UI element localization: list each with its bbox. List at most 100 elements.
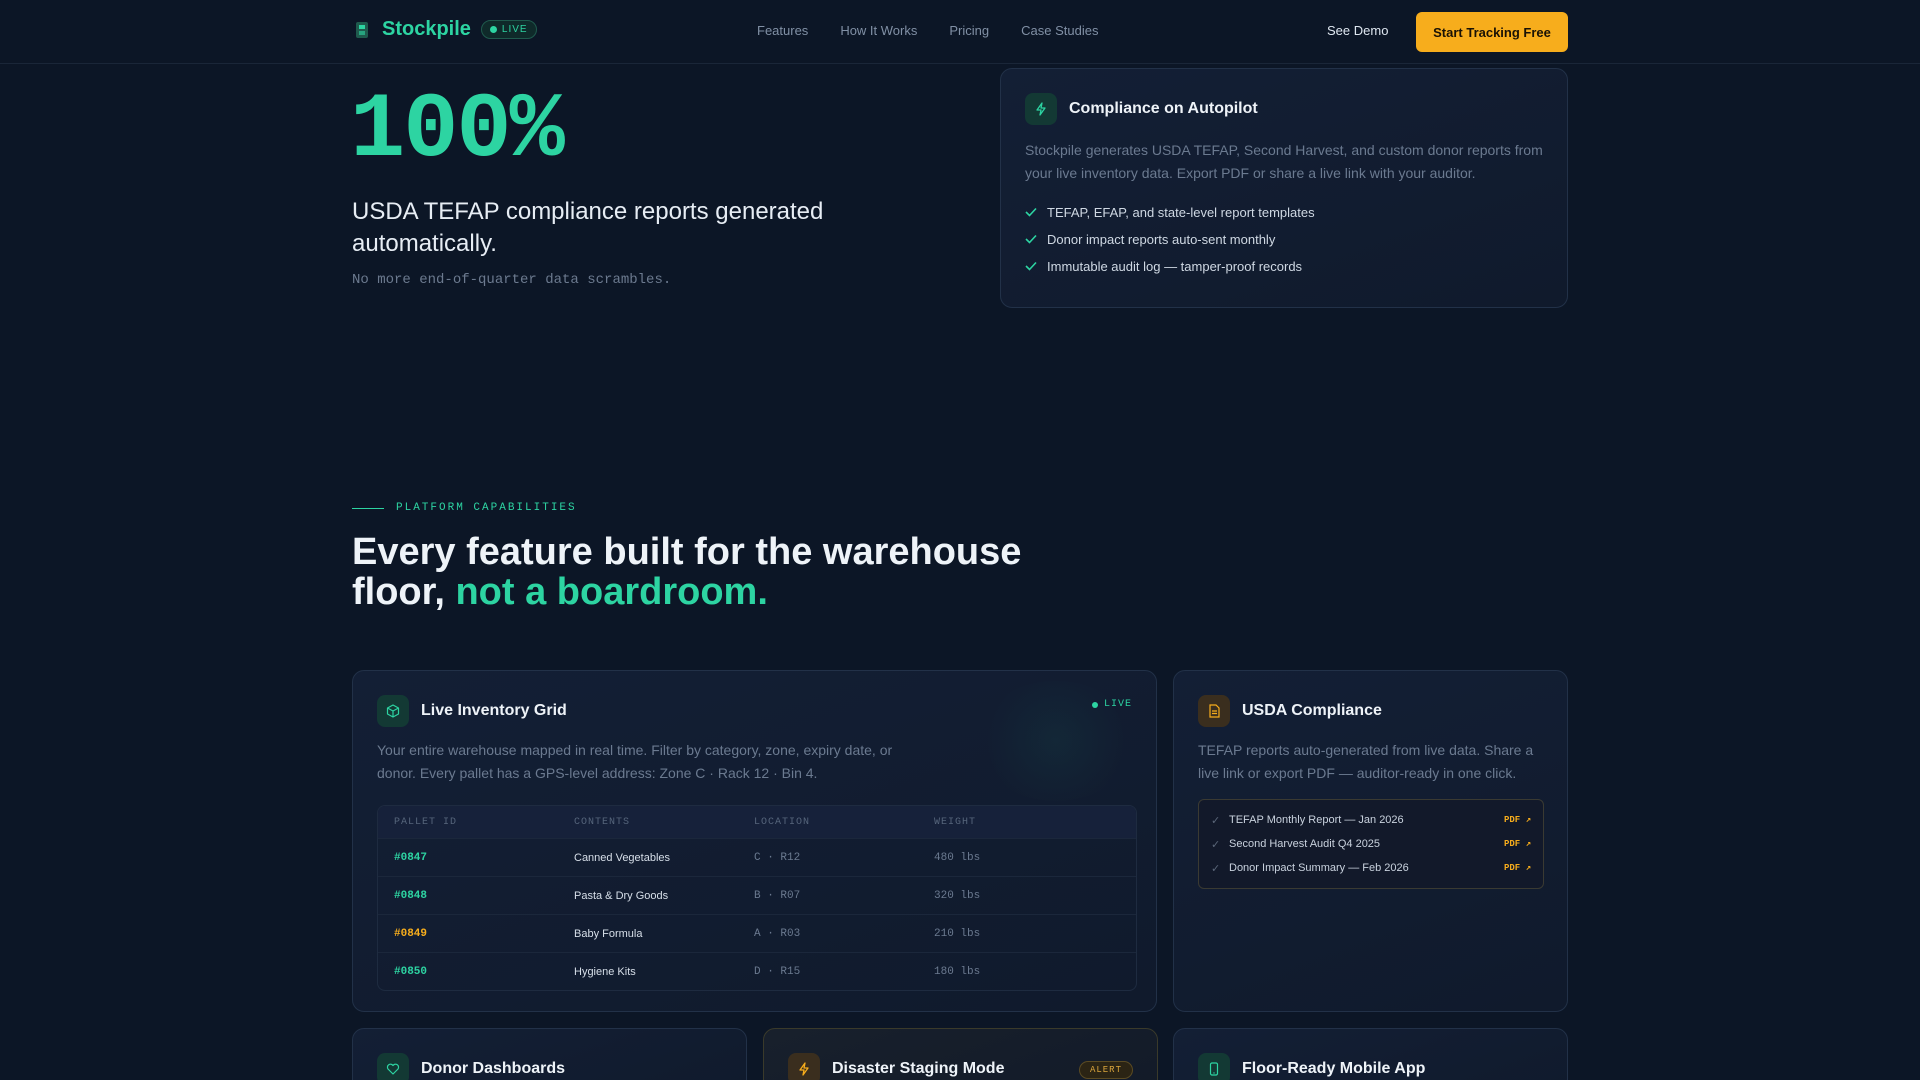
inventory-live-label: LIVE (1103, 699, 1132, 710)
nav-link-how-it-works[interactable]: How It Works (840, 23, 917, 38)
tick-icon: ✓ (1211, 862, 1221, 875)
pallet-contents: Hygiene Kits (574, 965, 636, 978)
pallet-weight: 480 lbs (934, 851, 981, 864)
pallet-id: #0847 (394, 851, 428, 864)
live-badge-label: LIVE (501, 24, 528, 35)
column-header: PALLET ID (394, 816, 458, 828)
inventory-card-title: Live Inventory Grid (421, 702, 567, 719)
pdf-link[interactable]: PDF ↗ (1504, 815, 1531, 825)
disaster-card-title: Disaster Staging Mode (832, 1060, 1005, 1077)
brand[interactable]: Stockpile LIVE (352, 18, 537, 41)
column-header: CONTENTS (574, 816, 631, 828)
tick-icon: ✓ (1211, 838, 1221, 851)
alert-badge: ALERT (1078, 1061, 1133, 1079)
check-item-label: Donor impact reports auto-sent monthly (1047, 232, 1276, 247)
pallet-id: #0848 (394, 889, 428, 902)
check-item-label: Immutable audit log — tamper-proof recor… (1047, 259, 1303, 274)
top-nav: Stockpile LIVE Features How It Works Pri… (0, 0, 1920, 64)
section-title: Every feature built for the warehouse fl… (352, 532, 1052, 612)
smartphone-icon (1198, 1053, 1230, 1080)
inventory-card-header: Live Inventory Grid (377, 695, 567, 727)
section-eyebrow: PLATFORM CAPABILITIES (352, 502, 577, 514)
section-title-accent: not a boardroom. (455, 571, 768, 613)
report-name: Second Harvest Audit Q4 2025 (1229, 838, 1381, 850)
compliance-card-description: Stockpile generates USDA TEFAP, Second H… (1025, 142, 1543, 181)
pallet-contents: Baby Formula (574, 927, 643, 940)
inventory-live-indicator: LIVE (1091, 699, 1132, 710)
cube-icon (377, 695, 409, 727)
hero-headline: USDA TEFAP compliance reports generated … (352, 198, 824, 257)
eyebrow-label: PLATFORM CAPABILITIES (396, 502, 577, 514)
usda-card-header: USDA Compliance (1198, 695, 1382, 727)
donor-card-title: Donor Dashboards (421, 1060, 566, 1077)
table-row[interactable]: #0849 Baby Formula A · R03 210 lbs (378, 914, 1136, 952)
start-tracking-button[interactable]: Start Tracking Free (1416, 12, 1568, 52)
column-header: WEIGHT (934, 816, 977, 828)
column-header: LOCATION (754, 816, 811, 828)
document-icon (1198, 695, 1230, 727)
pallet-contents: Pasta & Dry Goods (574, 889, 669, 902)
compliance-check-list: TEFAP, EFAP, and state-level report temp… (1025, 205, 1315, 274)
pdf-link[interactable]: PDF ↗ (1504, 863, 1531, 873)
inventory-card: Live Inventory Grid LIVE Your entire war… (352, 670, 1157, 1012)
live-dot-icon (1091, 701, 1098, 708)
usda-card: USDA Compliance TEFAP reports auto-gener… (1173, 670, 1568, 1012)
nav-links: Features How It Works Pricing Case Studi… (757, 23, 1098, 38)
inventory-table: PALLET ID CONTENTS LOCATION WEIGHT #0847… (377, 805, 1137, 991)
hero-subtext: No more end-of-quarter data scrambles. (352, 272, 672, 288)
table-row[interactable]: #0848 Pasta & Dry Goods B · R07 320 lbs (378, 876, 1136, 914)
pallet-weight: 210 lbs (934, 927, 981, 940)
report-item[interactable]: ✓ Donor Impact Summary — Feb 2026 PDF ↗ (1211, 856, 1531, 880)
report-item[interactable]: ✓ Second Harvest Audit Q4 2025 PDF ↗ (1211, 832, 1531, 856)
checkmark-icon (1025, 232, 1037, 247)
eyebrow-divider (352, 507, 384, 509)
table-header: PALLET ID CONTENTS LOCATION WEIGHT (378, 806, 1136, 838)
report-name: TEFAP Monthly Report — Jan 2026 (1229, 814, 1404, 826)
nav-link-pricing[interactable]: Pricing (949, 23, 989, 38)
check-item: Immutable audit log — tamper-proof recor… (1025, 259, 1315, 274)
pallet-id: #0849 (394, 927, 428, 940)
live-badge: LIVE (480, 20, 537, 39)
pallet-location: D · R15 (754, 965, 801, 978)
lightning-icon (788, 1053, 820, 1080)
mobile-card-header: Floor-Ready Mobile App (1198, 1053, 1425, 1080)
pallet-weight: 320 lbs (934, 889, 981, 902)
pallet-weight: 180 lbs (934, 965, 981, 978)
check-item-label: TEFAP, EFAP, and state-level report temp… (1047, 205, 1315, 220)
heart-icon (377, 1053, 409, 1080)
donor-card-header: Donor Dashboards (377, 1053, 565, 1080)
usda-card-title: USDA Compliance (1242, 702, 1382, 719)
check-item: TEFAP, EFAP, and state-level report temp… (1025, 205, 1315, 220)
compliance-card: Compliance on Autopilot Stockpile genera… (1000, 68, 1568, 308)
mobile-card-title: Floor-Ready Mobile App (1242, 1060, 1426, 1077)
nav-link-case-studies[interactable]: Case Studies (1021, 23, 1098, 38)
checkmark-icon (1025, 259, 1037, 274)
pallet-contents: Canned Vegetables (574, 851, 671, 864)
pallet-id: #0850 (394, 965, 428, 978)
pallet-location: C · R12 (754, 851, 801, 864)
donor-dashboards-card: Donor Dashboards (352, 1028, 747, 1080)
nav-link-features[interactable]: Features (757, 23, 808, 38)
live-dot-icon (489, 26, 497, 33)
pallet-location: A · R03 (754, 927, 801, 940)
table-row[interactable]: #0850 Hygiene Kits D · R15 180 lbs (378, 952, 1136, 990)
brand-name: Stockpile (382, 18, 471, 40)
pdf-link[interactable]: PDF ↗ (1504, 839, 1531, 849)
report-name: Donor Impact Summary — Feb 2026 (1229, 862, 1409, 874)
mobile-app-card: Floor-Ready Mobile App (1173, 1028, 1568, 1080)
disaster-card-header: Disaster Staging Mode (788, 1053, 1004, 1080)
compliance-card-title: Compliance on Autopilot (1069, 100, 1258, 117)
report-item[interactable]: ✓ TEFAP Monthly Report — Jan 2026 PDF ↗ (1211, 808, 1531, 832)
check-item: Donor impact reports auto-sent monthly (1025, 232, 1315, 247)
lightning-icon (1025, 93, 1057, 125)
disaster-staging-card: Disaster Staging Mode ALERT (763, 1028, 1158, 1080)
report-list: ✓ TEFAP Monthly Report — Jan 2026 PDF ↗ … (1198, 799, 1544, 889)
table-row[interactable]: #0847 Canned Vegetables C · R12 480 lbs (378, 838, 1136, 876)
hero-stat: 100% (350, 78, 565, 183)
stockpile-logo-icon (352, 19, 372, 41)
see-demo-link[interactable]: See Demo (1327, 23, 1388, 38)
compliance-card-header: Compliance on Autopilot (1025, 93, 1258, 125)
pallet-location: B · R07 (754, 889, 801, 902)
usda-card-description: TEFAP reports auto-generated from live d… (1198, 742, 1534, 781)
inventory-card-description: Your entire warehouse mapped in real tim… (377, 742, 893, 781)
